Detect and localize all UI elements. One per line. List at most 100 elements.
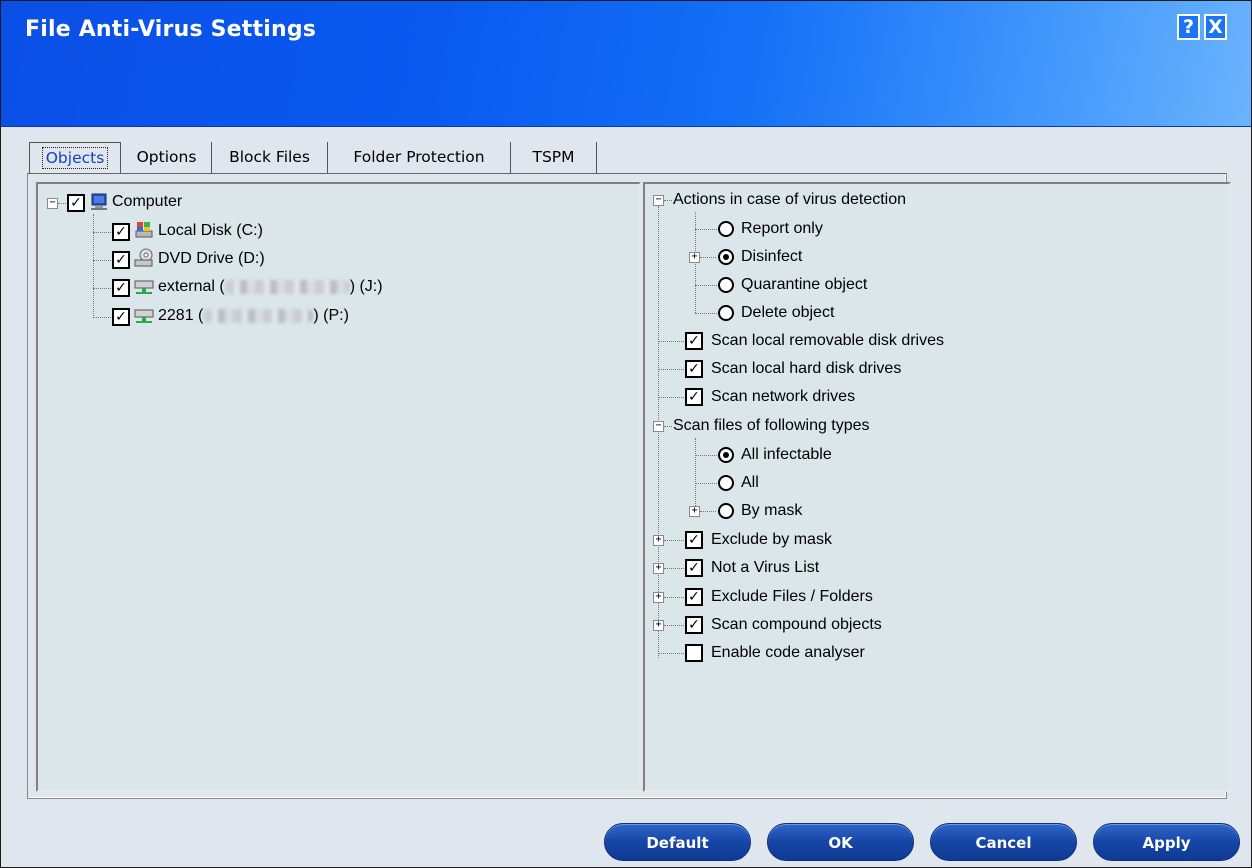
scan-removable-checkbox[interactable]: ✓ bbox=[685, 332, 703, 350]
dvd-drive-icon bbox=[134, 248, 153, 267]
tree-connector bbox=[695, 285, 717, 286]
not-virus-label[interactable]: Not a Virus List bbox=[711, 554, 819, 582]
tab-folder-protection[interactable]: Folder Protection bbox=[328, 142, 511, 174]
close-button[interactable]: X bbox=[1204, 14, 1227, 40]
tree-item-computer[interactable]: Computer bbox=[112, 188, 182, 216]
external-drive-suffix: ) (J:) bbox=[349, 278, 383, 295]
network-drive-p-checkbox[interactable]: ✓ bbox=[112, 308, 130, 326]
computer-checkbox[interactable]: ✓ bbox=[67, 194, 85, 212]
redacted-text bbox=[224, 279, 350, 294]
delete-object-label[interactable]: Delete object bbox=[741, 299, 834, 327]
tab-block-files[interactable]: Block Files bbox=[212, 142, 328, 174]
exclude-mask-checkbox[interactable]: ✓ bbox=[685, 531, 703, 549]
tab-options[interactable]: Options bbox=[122, 142, 212, 174]
window-title: File Anti-Virus Settings bbox=[25, 17, 317, 42]
tree-connector bbox=[664, 597, 684, 598]
quarantine-label[interactable]: Quarantine object bbox=[741, 271, 867, 299]
tab-tspm[interactable]: TSPM bbox=[511, 142, 597, 174]
expand-icon[interactable]: + bbox=[689, 252, 700, 263]
tree-connector bbox=[664, 540, 684, 541]
delete-object-radio[interactable] bbox=[718, 305, 734, 321]
collapse-icon[interactable]: − bbox=[653, 195, 664, 206]
options-tree-pane[interactable]: − Actions in case of virus detection Rep… bbox=[643, 182, 1231, 792]
by-mask-radio[interactable] bbox=[718, 503, 734, 519]
disinfect-radio[interactable] bbox=[718, 249, 734, 265]
scan-network-checkbox[interactable]: ✓ bbox=[685, 388, 703, 406]
ok-button[interactable]: OK bbox=[767, 823, 914, 861]
dialog-window: File Anti-Virus Settings ? X Objects Opt… bbox=[0, 0, 1252, 868]
tree-item-external-drive[interactable]: external ( ) (J:) bbox=[158, 273, 383, 301]
apply-button[interactable]: Apply bbox=[1093, 823, 1240, 861]
tree-connector bbox=[658, 397, 684, 398]
tree-item-local-disk[interactable]: Local Disk (C:) bbox=[158, 217, 263, 245]
quarantine-radio[interactable] bbox=[718, 277, 734, 293]
network-drive-icon bbox=[134, 280, 154, 294]
code-analyser-label[interactable]: Enable code analyser bbox=[711, 639, 865, 667]
expand-icon[interactable]: + bbox=[653, 563, 664, 574]
expand-icon[interactable]: + bbox=[653, 592, 664, 603]
not-virus-checkbox[interactable]: ✓ bbox=[685, 559, 703, 577]
network-drive-icon bbox=[134, 309, 154, 323]
dvd-drive-label: DVD Drive (D:) bbox=[158, 250, 265, 267]
compound-label[interactable]: Scan compound objects bbox=[711, 611, 882, 639]
network-drive-p-suffix: ) (P:) bbox=[313, 307, 349, 324]
redacted-text bbox=[203, 308, 314, 323]
exclude-files-checkbox[interactable]: ✓ bbox=[685, 588, 703, 606]
help-button[interactable]: ? bbox=[1177, 14, 1200, 40]
scan-hard-checkbox[interactable]: ✓ bbox=[685, 360, 703, 378]
tree-connector bbox=[664, 426, 672, 427]
tree-connector bbox=[695, 483, 717, 484]
tree-connector bbox=[93, 214, 94, 318]
scan-network-label[interactable]: Scan network drives bbox=[711, 383, 855, 411]
expand-icon[interactable]: + bbox=[653, 620, 664, 631]
all-files-radio[interactable] bbox=[718, 475, 734, 491]
external-drive-checkbox[interactable]: ✓ bbox=[112, 279, 130, 297]
code-analyser-checkbox[interactable] bbox=[685, 644, 703, 662]
computer-label: Computer bbox=[112, 193, 183, 210]
report-only-radio[interactable] bbox=[718, 221, 734, 237]
collapse-icon[interactable]: − bbox=[47, 198, 58, 209]
tree-connector bbox=[93, 260, 111, 261]
all-infectable-radio[interactable] bbox=[718, 447, 734, 463]
tree-connector bbox=[700, 511, 716, 512]
by-mask-label[interactable]: By mask bbox=[741, 497, 802, 525]
exclude-files-label[interactable]: Exclude Files / Folders bbox=[711, 583, 873, 611]
all-infectable-label[interactable]: All infectable bbox=[741, 441, 832, 469]
local-disk-checkbox[interactable]: ✓ bbox=[112, 223, 130, 241]
computer-icon bbox=[91, 193, 107, 210]
tree-connector bbox=[664, 568, 684, 569]
tree-connector bbox=[58, 203, 66, 204]
tree-connector bbox=[93, 317, 111, 318]
compound-checkbox[interactable]: ✓ bbox=[685, 616, 703, 634]
tab-objects[interactable]: Objects bbox=[29, 142, 121, 174]
local-disk-icon bbox=[135, 222, 153, 238]
tree-connector bbox=[658, 369, 684, 370]
network-drive-p-label: 2281 ( bbox=[158, 307, 204, 324]
exclude-mask-label[interactable]: Exclude by mask bbox=[711, 526, 832, 554]
report-only-label[interactable]: Report only bbox=[741, 215, 823, 243]
disinfect-label[interactable]: Disinfect bbox=[741, 243, 802, 271]
scan-removable-label[interactable]: Scan local removable disk drives bbox=[711, 327, 944, 355]
tree-connector bbox=[695, 438, 696, 514]
cancel-button[interactable]: Cancel bbox=[930, 823, 1077, 861]
tree-item-dvd-drive[interactable]: DVD Drive (D:) bbox=[158, 245, 265, 273]
collapse-icon[interactable]: − bbox=[653, 421, 664, 432]
tab-objects-label: Objects bbox=[41, 147, 109, 169]
actions-group-label[interactable]: Actions in case of virus detection bbox=[673, 186, 906, 214]
expand-icon[interactable]: + bbox=[653, 535, 664, 546]
expand-icon[interactable]: + bbox=[689, 506, 700, 517]
dvd-drive-checkbox[interactable]: ✓ bbox=[112, 251, 130, 269]
default-button[interactable]: Default bbox=[604, 823, 751, 861]
title-bar[interactable]: File Anti-Virus Settings ? X bbox=[1, 1, 1251, 127]
tree-connector bbox=[658, 341, 684, 342]
file-types-group-label[interactable]: Scan files of following types bbox=[673, 412, 870, 440]
tree-connector bbox=[664, 200, 672, 201]
all-files-label[interactable]: All bbox=[741, 469, 759, 497]
external-drive-label: external ( bbox=[158, 278, 225, 295]
tree-connector bbox=[700, 257, 716, 258]
tree-item-network-drive-p[interactable]: 2281 ( ) (P:) bbox=[158, 302, 349, 330]
scan-hard-label[interactable]: Scan local hard disk drives bbox=[711, 355, 901, 383]
objects-tree-pane[interactable]: − ✓ Computer ✓ Local Disk (C:) ✓ DVD Dri… bbox=[36, 182, 641, 792]
tree-connector bbox=[664, 625, 684, 626]
tree-connector bbox=[658, 653, 684, 654]
